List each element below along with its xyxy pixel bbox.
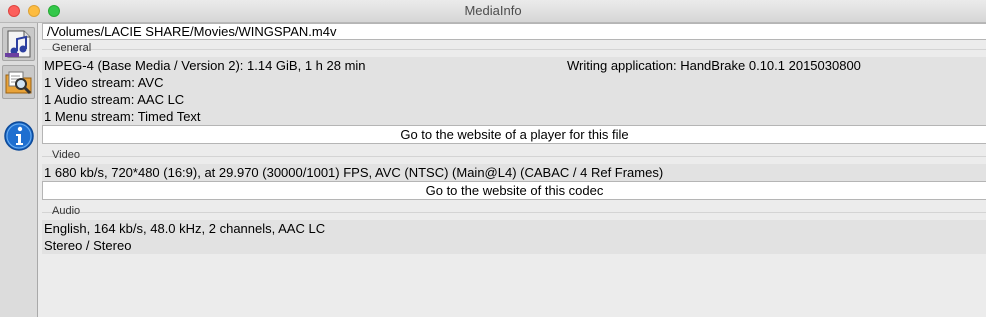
player-website-button[interactable]: Go to the website of a player for this f… (42, 125, 986, 144)
window-title: MediaInfo (464, 3, 522, 18)
title-bar: MediaInfo (0, 0, 986, 23)
content-panel: /Volumes/LACIE SHARE/Movies/WINGSPAN.m4v… (38, 23, 986, 317)
codec-website-button[interactable]: Go to the website of this codec (42, 181, 986, 200)
mediainfo-window: MediaInfo /Volumes/LACIE SHARE/Movies/WI… (0, 0, 986, 317)
file-path-field[interactable]: /Volumes/LACIE SHARE/Movies/WINGSPAN.m4v (42, 23, 986, 40)
audio-section-label: Audio (52, 205, 81, 217)
general-section-label: General (52, 42, 92, 54)
general-text-area: MPEG-4 (Base Media / Version 2): 1.14 Gi… (42, 57, 986, 125)
divider (42, 49, 986, 50)
general-writing-application: Writing application: HandBrake 0.10.1 20… (567, 58, 861, 73)
audio-details: English, 164 kb/s, 48.0 kHz, 2 channels,… (44, 221, 326, 236)
folder-search-icon (5, 71, 32, 95)
general-format: MPEG-4 (Base Media / Version 2): 1.14 Gi… (44, 58, 366, 73)
general-menu-stream-count: 1 Menu stream: Timed Text (44, 109, 201, 124)
sidebar (0, 23, 38, 317)
info-icon (4, 121, 34, 151)
music-file-icon (5, 30, 31, 58)
audio-channels: Stereo / Stereo (44, 238, 132, 253)
video-section-label: Video (52, 149, 80, 161)
general-audio-stream-count: 1 Audio stream: AAC LC (44, 92, 185, 107)
divider (42, 156, 986, 157)
sidebar-item-about[interactable] (2, 119, 35, 153)
general-video-stream-count: 1 Video stream: AVC (44, 75, 164, 90)
sidebar-item-open-file[interactable] (2, 27, 35, 61)
video-text-area: 1 680 kb/s, 720*480 (16:9), at 29.970 (3… (42, 164, 986, 181)
video-details: 1 680 kb/s, 720*480 (16:9), at 29.970 (3… (44, 165, 664, 180)
divider (42, 212, 986, 213)
sidebar-item-open-folder[interactable] (2, 65, 35, 99)
audio-text-area: English, 164 kb/s, 48.0 kHz, 2 channels,… (42, 220, 986, 254)
